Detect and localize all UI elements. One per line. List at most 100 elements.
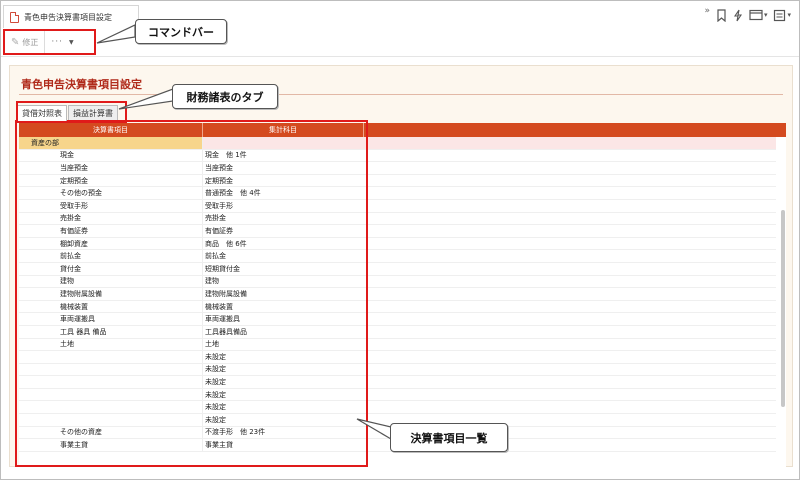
table-row[interactable]: 売掛金 売掛金 bbox=[19, 212, 776, 226]
cell-account: 未設定 bbox=[205, 365, 226, 374]
cell-blank bbox=[364, 326, 776, 338]
table-row[interactable]: 未設定 bbox=[19, 388, 776, 402]
table-row[interactable]: 棚卸資産 商品 他 6件 bbox=[19, 237, 776, 251]
cell-item: 事業主貸 bbox=[19, 439, 203, 451]
column-header-account[interactable]: 集計科目 bbox=[203, 123, 364, 137]
edit-button[interactable]: ✎ 修正 bbox=[5, 31, 46, 53]
cell-blank bbox=[364, 339, 776, 351]
table-row[interactable]: 建物附属設備 建物附属設備 bbox=[19, 288, 776, 301]
cell-account: 建物 bbox=[205, 277, 219, 286]
cell-account: 機械装置 bbox=[205, 302, 233, 311]
cell-blank bbox=[364, 213, 776, 225]
cell-blank bbox=[364, 351, 776, 363]
cell-item: 工具 器具 備品 bbox=[19, 325, 203, 338]
cell-item bbox=[19, 401, 203, 414]
table-row[interactable]: 有価証券 有価証券 bbox=[19, 225, 776, 238]
column-header-item[interactable]: 決算書項目 bbox=[19, 123, 203, 137]
cell-blank bbox=[364, 364, 776, 376]
cell-account: 工具器具備品 bbox=[205, 327, 247, 336]
cell-blank bbox=[364, 175, 776, 187]
table-group-row[interactable]: 資産の部 bbox=[19, 137, 776, 150]
cell-item: 前払金 bbox=[19, 250, 203, 262]
table-row[interactable]: 工具 器具 備品 工具器具備品 bbox=[19, 325, 776, 339]
command-bar: ✎ 修正 ··· ▼ bbox=[1, 28, 799, 57]
page-title: 青色申告決算書項目設定 bbox=[21, 78, 142, 91]
cell-item bbox=[19, 363, 203, 376]
table-row[interactable]: 機械装置 機械装置 bbox=[19, 300, 776, 314]
table-row[interactable]: 建物 建物 bbox=[19, 275, 776, 289]
cell-blank bbox=[364, 238, 776, 250]
cell-account: 有価証券 bbox=[205, 226, 233, 235]
command-bar-highlight: ✎ 修正 ··· ▼ bbox=[3, 29, 96, 55]
table-row[interactable]: 貸付金 短期貸付金 bbox=[19, 262, 776, 276]
cell-account: 不渡手形 他 23件 bbox=[205, 428, 266, 437]
cell-account: 未設定 bbox=[205, 415, 226, 424]
table-row[interactable]: 当座預金 当座預金 bbox=[19, 162, 776, 175]
cell-blank bbox=[364, 288, 776, 300]
window-tab[interactable]: 青色申告決算書項目設定 bbox=[3, 5, 139, 28]
print-icon[interactable]: ▾ bbox=[773, 9, 791, 22]
cell-item bbox=[19, 376, 203, 388]
edit-button-label: 修正 bbox=[22, 37, 39, 47]
table-row[interactable]: 未設定 bbox=[19, 363, 776, 377]
cell-account bbox=[203, 137, 364, 149]
lightning-icon[interactable] bbox=[733, 9, 743, 22]
window-icon[interactable]: ▾ bbox=[749, 9, 768, 21]
cell-item: 車両運搬具 bbox=[19, 313, 203, 325]
tab-balance-sheet[interactable]: 貸借対照表 bbox=[17, 105, 67, 122]
cell-account: 建物附属設備 bbox=[205, 289, 247, 298]
title-divider bbox=[19, 94, 783, 95]
cell-blank bbox=[364, 187, 776, 199]
cell-item: 建物 bbox=[19, 275, 203, 288]
cell-item: 現金 bbox=[19, 149, 203, 162]
table-row[interactable]: 未設定 bbox=[19, 351, 776, 364]
cell-item: 受取手形 bbox=[19, 199, 203, 212]
cell-account: 土地 bbox=[205, 340, 219, 349]
callout-financial-tabs: 財務諸表のタブ bbox=[172, 84, 278, 109]
cell-account: 当座預金 bbox=[205, 163, 233, 172]
table-row[interactable]: 前払金 前払金 bbox=[19, 250, 776, 263]
cell-blank bbox=[364, 200, 776, 212]
cell-account: 普通預金 他 4件 bbox=[205, 189, 261, 198]
more-button[interactable]: ··· ▼ bbox=[45, 31, 79, 53]
cell-account: 現金 他 1件 bbox=[205, 151, 247, 160]
cell-account: 未設定 bbox=[205, 378, 226, 387]
grid-header: 決算書項目 集計科目 bbox=[19, 123, 786, 137]
pencil-icon: ✎ bbox=[11, 36, 20, 48]
callout-item-list: 決算書項目一覧 bbox=[390, 423, 508, 452]
cell-blank bbox=[364, 313, 776, 325]
cell-account: 短期貸付金 bbox=[205, 264, 240, 273]
table-row[interactable]: 車両運搬具 車両運搬具 bbox=[19, 313, 776, 326]
table-row[interactable]: その他の預金 普通預金 他 4件 bbox=[19, 187, 776, 200]
cell-item: その他の資産 bbox=[19, 426, 203, 439]
document-icon bbox=[10, 11, 19, 23]
table-row[interactable]: 定期預金 定期預金 bbox=[19, 174, 776, 188]
cell-item: 棚卸資産 bbox=[19, 237, 203, 250]
window-dropdown-caret-icon: ▾ bbox=[763, 11, 768, 19]
table-row[interactable]: 受取手形 受取手形 bbox=[19, 199, 776, 213]
table-row[interactable]: 未設定 bbox=[19, 401, 776, 415]
cell-blank bbox=[364, 250, 776, 262]
cell-item: 建物附属設備 bbox=[19, 288, 203, 300]
table-row[interactable]: 現金 現金 他 1件 bbox=[19, 149, 776, 163]
callout-command-bar: コマンドバー bbox=[135, 19, 227, 44]
cell-account: 売掛金 bbox=[205, 214, 226, 223]
cell-item: 機械装置 bbox=[19, 300, 203, 313]
expand-icon[interactable]: » bbox=[704, 6, 710, 16]
vertical-scrollbar[interactable] bbox=[781, 210, 785, 407]
cell-blank bbox=[364, 401, 776, 413]
cell-account: 前払金 bbox=[205, 252, 226, 261]
table-row[interactable]: 土地 土地 bbox=[19, 338, 776, 352]
more-icon: ··· bbox=[51, 37, 63, 47]
chevron-down-icon: ▼ bbox=[68, 38, 74, 46]
tab-income-statement[interactable]: 損益計算書 bbox=[68, 105, 118, 122]
table-row[interactable]: 未設定 bbox=[19, 376, 776, 389]
cell-account: 事業主貸 bbox=[205, 441, 233, 450]
cell-account: 未設定 bbox=[205, 390, 226, 399]
cell-item bbox=[19, 414, 203, 426]
cell-blank bbox=[364, 389, 776, 401]
cell-blank bbox=[364, 225, 776, 237]
cell-blank bbox=[364, 162, 776, 174]
bookmark-icon[interactable] bbox=[716, 8, 727, 22]
cell-blank bbox=[364, 376, 776, 388]
